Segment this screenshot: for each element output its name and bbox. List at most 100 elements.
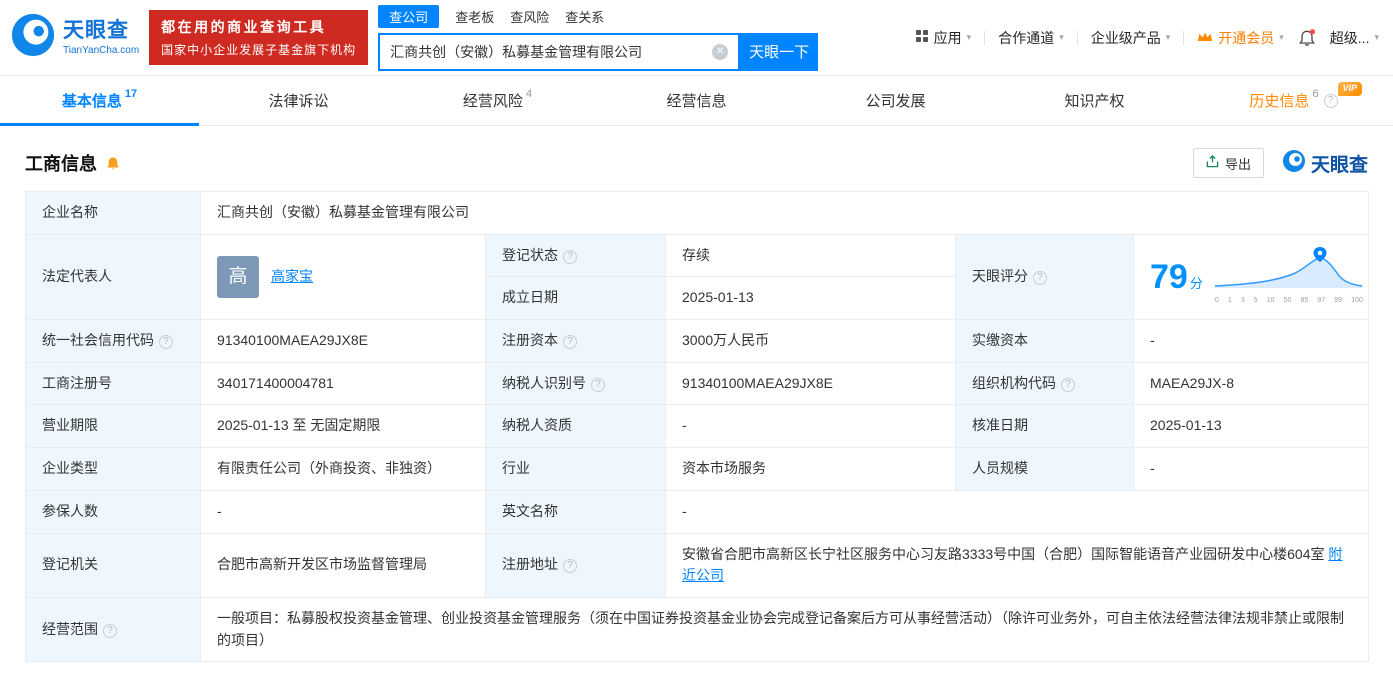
search-tab-risk[interactable]: 查风险 [510,7,549,26]
top-nav: 应用 ▾ 合作通道 ▾ 企业级产品 ▾ 开通会员 ▾ 超级... ▾ [915,27,1379,49]
export-button[interactable]: 导出 [1192,148,1264,178]
tab-legal-proceedings[interactable]: 法律诉讼 [199,76,398,125]
taxpayer-id-value: 91340100MAEA29JX8E [665,361,956,406]
tab-basic-info[interactable]: 基本信息 17 [0,76,199,126]
help-icon[interactable]: ? [1323,93,1338,108]
nav-partner-label: 合作通道 [998,29,1055,46]
chevron-down-icon: ▾ [1374,32,1379,42]
legal-rep-link[interactable]: 高家宝 [271,266,313,288]
search-tab-relation[interactable]: 查关系 [565,7,604,26]
tianyancha-watermark-logo[interactable]: 天眼查 [1282,149,1368,178]
company-name-value: 汇商共创（安徽）私募基金管理有限公司 [200,191,1369,235]
field-label-business-scope: 经营范围? [25,596,201,663]
table-row: 统一社会信用代码? 91340100MAEA29JX8E 注册资本? 3000万… [25,319,1369,363]
help-icon[interactable]: ? [563,335,577,350]
divider [1076,30,1078,45]
reg-number-value: 340171400004781 [200,361,486,406]
tab-count: 6 [1312,88,1319,100]
table-row: 企业名称 汇商共创（安徽）私募基金管理有限公司 [25,191,1369,235]
search-tab-company[interactable]: 查公司 [378,4,440,28]
nav-membership-label: 开通会员 [1218,29,1275,46]
nav-apps[interactable]: 应用 ▾ [915,28,972,48]
nav-enterprise-products[interactable]: 企业级产品 ▾ [1091,28,1171,48]
field-label-insured-count: 参保人数 [25,489,201,534]
paid-capital-value: - [1133,319,1369,363]
tab-label: 法律诉讼 [268,93,329,110]
score-value: 79 分 [1150,257,1203,296]
tab-label: 经营风险 [462,93,523,110]
tab-business-info[interactable]: 经营信息 [597,76,796,125]
watermark-brand-name: 天眼查 [1310,154,1368,176]
help-icon[interactable]: ? [159,335,173,350]
chevron-down-icon: ▾ [1059,32,1064,42]
english-name-value: - [665,489,1369,534]
table-row: 企业类型 有限责任公司（外商投资、非独资） 行业 资本市场服务 人员规模 - [25,447,1369,491]
nav-open-membership[interactable]: 开通会员 ▾ [1197,28,1284,48]
approval-date-value: 2025-01-13 [1133,404,1369,449]
clear-icon[interactable]: ✕ [712,43,729,60]
field-label-reg-number: 工商注册号 [25,361,201,406]
promo-line1: 都在用的商业查询工具 [161,19,327,35]
tab-label: 公司发展 [865,93,926,110]
search-tabs: 查公司 查老板 查风险 查关系 [378,4,818,28]
tab-label: 经营信息 [666,93,727,110]
help-icon[interactable]: ? [1033,271,1047,286]
chevron-down-icon: ▾ [1165,32,1171,42]
nav-apps-label: 应用 [933,29,962,46]
score-chart-axis: 0 1 3 5 10 50 85 97 99 100 [1214,297,1363,305]
help-icon[interactable]: ? [563,559,577,574]
table-row: 工商注册号 340171400004781 纳税人识别号? 91340100MA… [25,361,1369,406]
nav-super-label: 超级... [1329,29,1370,46]
help-icon[interactable]: ? [103,623,117,638]
table-row: 法定代表人 高 高家宝 登记状态? 存续 天眼评分? 79 分 0 1 3 5 … [25,233,1369,321]
help-icon[interactable]: ? [591,377,605,392]
promo-banner[interactable]: 都在用的商业查询工具 国家中小企业发展子基金旗下机构 [149,10,369,65]
tab-intellectual-property[interactable]: 知识产权 [995,76,1194,125]
brand-domain: TianYanCha.com [63,44,140,56]
field-label-paid-capital: 实缴资本 [955,319,1134,363]
tab-operating-risk[interactable]: 经营风险 4 [398,76,597,125]
table-row: 营业期限 2025-01-13 至 无固定期限 纳税人资质 - 核准日期 202… [25,404,1369,449]
tab-label: 历史信息 [1249,93,1310,110]
legal-rep-avatar[interactable]: 高 [217,255,259,298]
notification-bell-icon[interactable] [1297,27,1317,49]
field-label-org-code: 组织机构代码? [955,361,1134,406]
industry-value: 资本市场服务 [665,447,956,491]
subscribe-bell-icon[interactable] [105,155,121,172]
business-info-table: 企业名称 汇商共创（安徽）私募基金管理有限公司 法定代表人 高 高家宝 登记状态… [25,191,1369,663]
export-label: 导出 [1224,156,1251,172]
search-button[interactable]: 天眼一下 [740,32,819,71]
nav-super-vip[interactable]: 超级... ▾ [1330,28,1379,48]
field-label-approval-date: 核准日期 [955,404,1134,449]
tab-label: 知识产权 [1064,93,1125,110]
search-box: ✕ [378,32,741,71]
promo-line2: 国家中小企业发展子基金旗下机构 [161,43,357,57]
field-label-staff-size: 人员规模 [955,447,1134,491]
nav-partner-channel[interactable]: 合作通道 ▾ [998,28,1064,48]
grid-icon [915,29,929,46]
tab-history-info[interactable]: 历史信息 6 ? VIP [1194,76,1393,125]
tab-company-development[interactable]: 公司发展 [796,76,995,125]
field-label-credit-code: 统一社会信用代码? [25,319,201,363]
address-value: 安徽省合肥市高新区长宁社区服务中心习友路3333号中国（合肥）国际智能语音产业园… [682,545,1325,562]
reg-status-value: 存续 [665,233,956,278]
search-input[interactable] [380,43,713,60]
company-tabs-bar: 基本信息 17 法律诉讼 经营风险 4 经营信息 公司发展 知识产权 历史信息 … [0,76,1393,126]
business-scope-value: 一般项目：私募股权投资基金管理、创业投资基金管理服务（须在中国证券投资基金业协会… [200,596,1369,663]
field-label-legal-rep: 法定代表人 [25,233,201,321]
tab-count: 17 [124,88,138,100]
field-label-company-name: 企业名称 [25,191,201,235]
legal-rep-cell: 高 高家宝 [200,233,486,321]
chevron-down-icon: ▾ [966,32,972,42]
vip-badge: VIP [1337,82,1363,96]
field-label-company-type: 企业类型 [25,447,201,491]
help-icon[interactable]: ? [1061,377,1075,392]
search-area: 查公司 查老板 查风险 查关系 ✕ 天眼一下 [378,4,819,71]
help-icon[interactable]: ? [563,249,577,264]
field-label-business-term: 营业期限 [25,404,201,449]
tab-label: 基本信息 [61,93,122,110]
search-tab-boss[interactable]: 查老板 [455,7,494,26]
tianyancha-logo[interactable]: 天眼查 TianYanCha.com [10,12,139,63]
chevron-down-icon: ▾ [1279,32,1284,42]
field-label-reg-capital: 注册资本? [485,319,666,363]
